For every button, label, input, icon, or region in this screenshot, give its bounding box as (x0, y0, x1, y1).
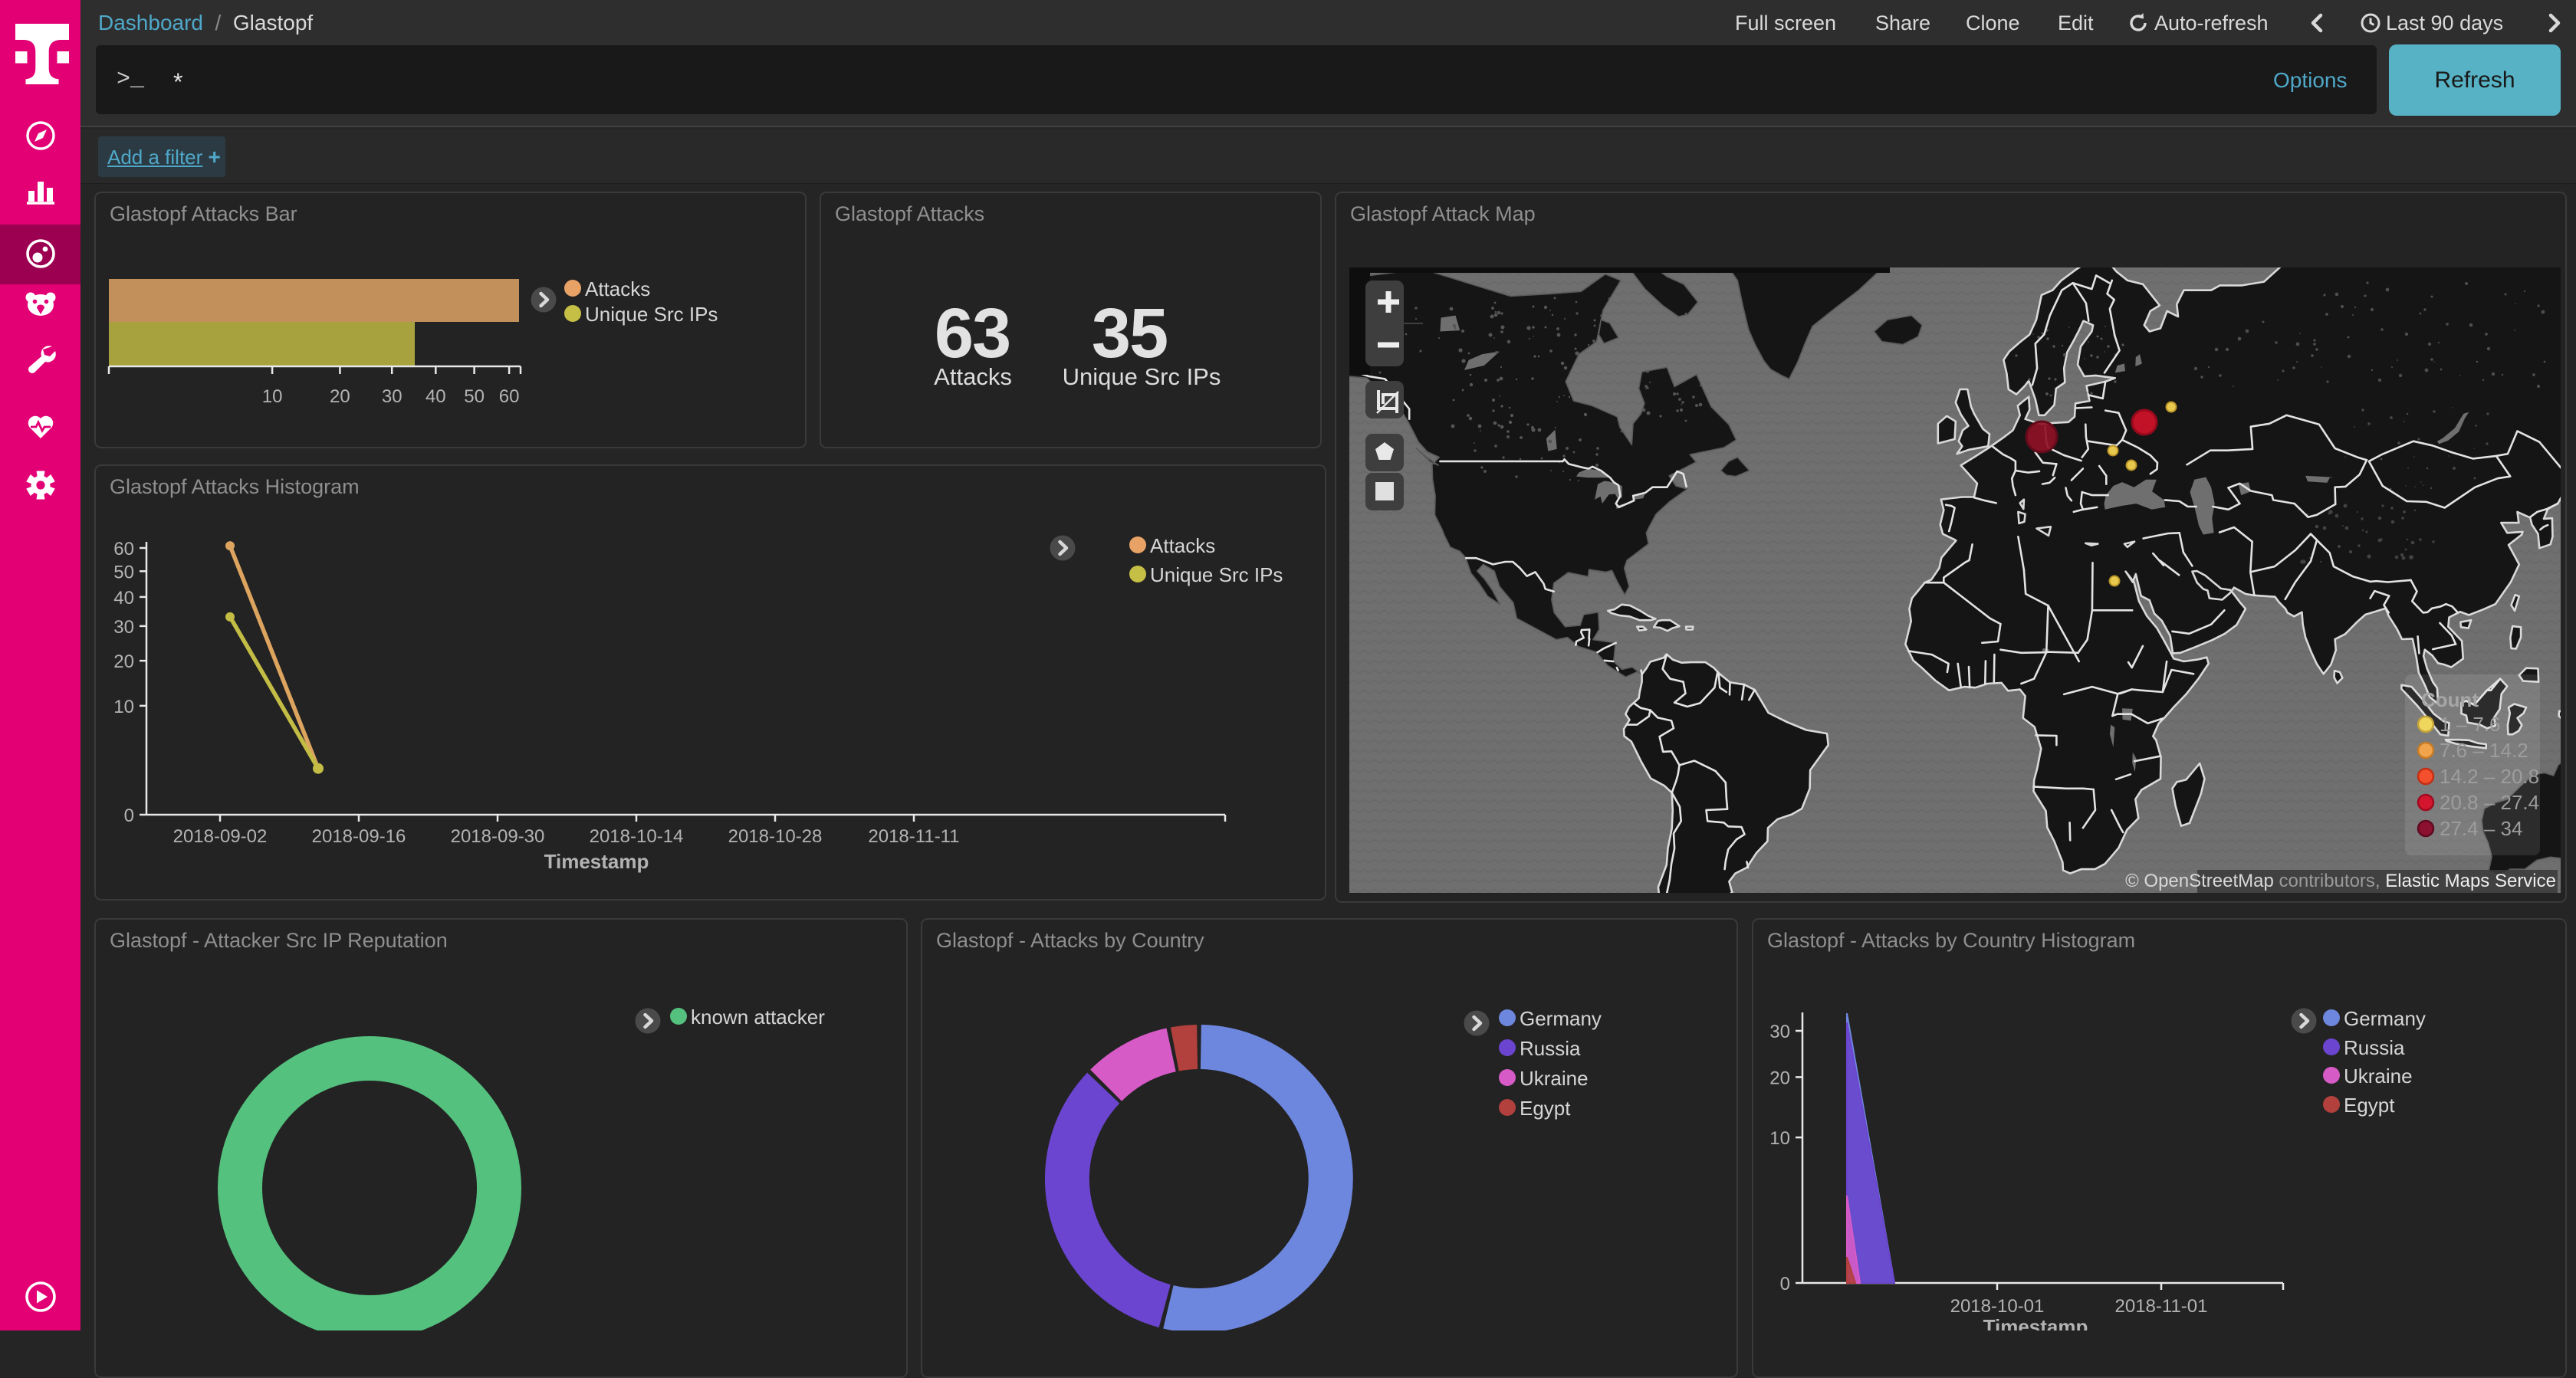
svg-text:50: 50 (464, 386, 485, 407)
svg-text:2018-11-11: 2018-11-11 (868, 826, 959, 847)
svg-text:40: 40 (113, 588, 134, 609)
svg-text:10: 10 (1769, 1128, 1790, 1149)
svg-text:2018-10-01: 2018-10-01 (1950, 1296, 2045, 1317)
svg-text:2018-10-14: 2018-10-14 (590, 826, 684, 847)
svg-text:30: 30 (113, 617, 134, 638)
svg-text:10: 10 (113, 697, 134, 717)
svg-text:Egypt: Egypt (2344, 1094, 2395, 1117)
svg-text:60: 60 (113, 539, 134, 559)
svg-text:Ukraine: Ukraine (1520, 1067, 1589, 1090)
svg-text:© OpenStreetMap contributors,: © OpenStreetMap contributors, Elastic Ma… (2125, 871, 2556, 891)
svg-text:0: 0 (124, 805, 134, 826)
svg-text:Germany: Germany (2344, 1007, 2426, 1030)
svg-text:Timestamp: Timestamp (1983, 1315, 2088, 1330)
svg-text:1 – 7.6: 1 – 7.6 (2440, 713, 2501, 736)
svg-text:7.6 – 14.2: 7.6 – 14.2 (2440, 739, 2528, 762)
svg-text:30: 30 (1769, 1022, 1790, 1042)
svg-text:Germany: Germany (1520, 1007, 1602, 1030)
svg-text:Unique Src IPs: Unique Src IPs (1150, 563, 1283, 586)
svg-text:Egypt: Egypt (1520, 1097, 1571, 1120)
svg-text:Timestamp: Timestamp (544, 850, 649, 873)
svg-text:30: 30 (382, 386, 402, 407)
svg-text:Unique Src IPs: Unique Src IPs (585, 303, 718, 326)
svg-text:10: 10 (262, 386, 283, 407)
svg-text:20: 20 (330, 386, 350, 407)
svg-text:2018-09-16: 2018-09-16 (312, 826, 406, 847)
svg-text:2018-10-28: 2018-10-28 (728, 826, 823, 847)
svg-text:60: 60 (499, 386, 520, 407)
svg-text:2018-11-01: 2018-11-01 (2115, 1296, 2208, 1317)
svg-text:0: 0 (1780, 1274, 1790, 1294)
svg-text:20: 20 (113, 651, 134, 672)
svg-text:20: 20 (1769, 1068, 1790, 1088)
svg-text:2018-09-02: 2018-09-02 (173, 826, 268, 847)
svg-text:Russia: Russia (2344, 1036, 2405, 1059)
svg-text:2018-09-30: 2018-09-30 (451, 826, 545, 847)
svg-text:20.8 – 27.4: 20.8 – 27.4 (2440, 791, 2539, 814)
svg-text:14.2 – 20.8: 14.2 – 20.8 (2440, 765, 2539, 788)
svg-text:Attacks: Attacks (1150, 534, 1215, 557)
svg-text:Count: Count (2421, 688, 2479, 711)
svg-text:50: 50 (113, 562, 134, 582)
svg-text:known attacker: known attacker (691, 1006, 825, 1029)
svg-text:Attacks: Attacks (585, 277, 650, 300)
svg-text:27.4 – 34: 27.4 – 34 (2440, 817, 2522, 840)
svg-text:40: 40 (426, 386, 446, 407)
svg-text:Russia: Russia (1520, 1037, 1581, 1060)
svg-text:Ukraine: Ukraine (2344, 1065, 2413, 1088)
